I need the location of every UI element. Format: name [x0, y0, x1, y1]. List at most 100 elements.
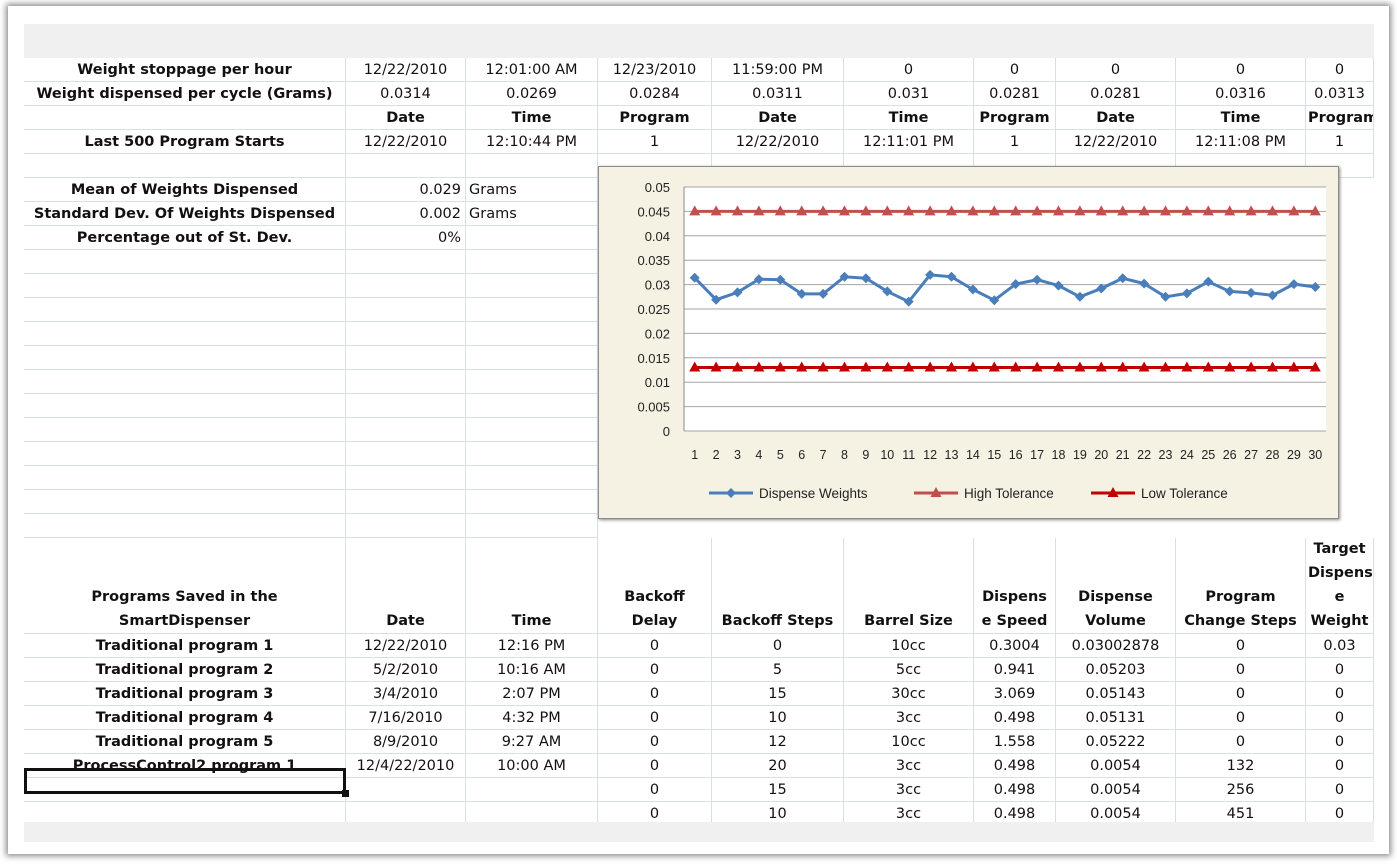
cell-r1-c5[interactable]: 0.031: [844, 82, 974, 106]
cell-r18-c1[interactable]: [346, 490, 466, 514]
cell-r0-c2[interactable]: [466, 778, 598, 802]
cell-r17-c2[interactable]: [466, 466, 598, 490]
cell-r2-c4[interactable]: Date: [712, 106, 844, 130]
cell-r0-c2[interactable]: 10:00 AM: [466, 754, 598, 778]
cell-r0-c7[interactable]: 0.0054: [1056, 754, 1176, 778]
cell-r0-c5[interactable]: 10cc: [844, 730, 974, 754]
cell-r13-c2[interactable]: [466, 370, 598, 394]
cell-r0-c4[interactable]: 0: [712, 634, 844, 658]
cell-r0-c6[interactable]: 0: [974, 58, 1056, 82]
cell-r3-c5[interactable]: 12:11:01 PM: [844, 130, 974, 154]
cell-r0-c1[interactable]: 12/22/2010: [346, 58, 466, 82]
program-header-c2[interactable]: Time: [466, 538, 598, 634]
cell-r3-c1[interactable]: 12/22/2010: [346, 130, 466, 154]
cell-r0-c9[interactable]: 0: [1306, 682, 1374, 706]
cell-r7-c2[interactable]: [466, 226, 598, 250]
cell-r0-c8[interactable]: 0: [1176, 658, 1306, 682]
cell-r0-c0[interactable]: Traditional program 3: [24, 682, 346, 706]
cell-r0-c3[interactable]: 0: [598, 634, 712, 658]
cell-r2-c1[interactable]: Date: [346, 106, 466, 130]
cell-r1-c1[interactable]: 0.0314: [346, 82, 466, 106]
cell-r0-c8[interactable]: 256: [1176, 778, 1306, 802]
cell-r0-c4[interactable]: 15: [712, 682, 844, 706]
cell-r0-c3[interactable]: 0: [598, 658, 712, 682]
cell-r0-c3[interactable]: 0: [598, 778, 712, 802]
cell-r10-c0[interactable]: [24, 298, 346, 322]
cell-r18-c0[interactable]: [24, 490, 346, 514]
cell-r14-c1[interactable]: [346, 394, 466, 418]
cell-r4-c2[interactable]: [466, 154, 598, 178]
cell-r8-c2[interactable]: [466, 250, 598, 274]
cell-r5-c2[interactable]: Grams: [466, 178, 598, 202]
cell-r1-c3[interactable]: 0.0284: [598, 82, 712, 106]
cell-r15-c2[interactable]: [466, 418, 598, 442]
program-header-c7[interactable]: Dispense Volume: [1056, 538, 1176, 634]
cell-r19-c2[interactable]: [466, 514, 598, 538]
cell-r8-c1[interactable]: [346, 250, 466, 274]
cell-r16-c0[interactable]: [24, 442, 346, 466]
cell-r0-c5[interactable]: 3cc: [844, 778, 974, 802]
cell-r0-c1[interactable]: 3/4/2010: [346, 682, 466, 706]
program-header-c6[interactable]: Dispens e Speed: [974, 538, 1056, 634]
cell-r0-c8[interactable]: 0: [1176, 682, 1306, 706]
cell-r8-c0[interactable]: [24, 250, 346, 274]
program-header-c0[interactable]: Programs Saved in the SmartDispenser: [24, 538, 346, 634]
cell-r0-c3[interactable]: 0: [598, 682, 712, 706]
cell-r0-c4[interactable]: 20: [712, 754, 844, 778]
cell-r16-c1[interactable]: [346, 442, 466, 466]
cell-r0-c7[interactable]: 0: [1056, 58, 1176, 82]
cell-r1-c7[interactable]: 0.0281: [1056, 82, 1176, 106]
cell-r1-c8[interactable]: 0.0316: [1176, 82, 1306, 106]
cell-r0-c8[interactable]: 0: [1176, 706, 1306, 730]
cell-r0-c7[interactable]: 0.05131: [1056, 706, 1176, 730]
cell-r9-c2[interactable]: [466, 274, 598, 298]
cell-r17-c1[interactable]: [346, 466, 466, 490]
cell-r0-c2[interactable]: 9:27 AM: [466, 730, 598, 754]
cell-r0-c9[interactable]: 0.03: [1306, 634, 1374, 658]
cell-r1-c2[interactable]: 0.0269: [466, 82, 598, 106]
cell-r13-c1[interactable]: [346, 370, 466, 394]
cell-r2-c5[interactable]: Time: [844, 106, 974, 130]
cell-r1-c9[interactable]: 0.0313: [1306, 82, 1374, 106]
cell-r0-c6[interactable]: 1.558: [974, 730, 1056, 754]
cell-r0-c5[interactable]: 5cc: [844, 658, 974, 682]
cell-r0-c0[interactable]: Traditional program 4: [24, 706, 346, 730]
cell-r0-c4[interactable]: 10: [712, 706, 844, 730]
cell-r0-c6[interactable]: 0.498: [974, 706, 1056, 730]
cell-r0-c3[interactable]: 0: [598, 706, 712, 730]
cell-r5-c0[interactable]: Mean of Weights Dispensed: [24, 178, 346, 202]
cell-r0-c7[interactable]: 0.0054: [1056, 778, 1176, 802]
cell-r14-c2[interactable]: [466, 394, 598, 418]
cell-r0-c9[interactable]: 0: [1306, 706, 1374, 730]
cell-r18-c2[interactable]: [466, 490, 598, 514]
cell-r6-c1[interactable]: 0.002: [346, 202, 466, 226]
cell-r0-c4[interactable]: 5: [712, 658, 844, 682]
cell-r0-c2[interactable]: 12:16 PM: [466, 634, 598, 658]
cell-r0-c1[interactable]: 8/9/2010: [346, 730, 466, 754]
cell-r11-c0[interactable]: [24, 322, 346, 346]
cell-r0-c1[interactable]: 12/4/22/2010: [346, 754, 466, 778]
cell-r6-c2[interactable]: Grams: [466, 202, 598, 226]
cell-r9-c1[interactable]: [346, 274, 466, 298]
cell-r0-c0[interactable]: Weight stoppage per hour: [24, 58, 346, 82]
cell-r0-c0[interactable]: Traditional program 1: [24, 634, 346, 658]
cell-r3-c6[interactable]: 1: [974, 130, 1056, 154]
program-header-c4[interactable]: Backoff Steps: [712, 538, 844, 634]
cell-r0-c9[interactable]: 0: [1306, 754, 1374, 778]
fill-handle[interactable]: [342, 790, 349, 797]
cell-r0-c4[interactable]: 11:59:00 PM: [712, 58, 844, 82]
cell-r12-c2[interactable]: [466, 346, 598, 370]
cell-r4-c1[interactable]: [346, 154, 466, 178]
cell-r0-c1[interactable]: [346, 778, 466, 802]
cell-r0-c1[interactable]: 7/16/2010: [346, 706, 466, 730]
weights-chart[interactable]: 0 0.005 0.01 0.015 0.02 0.025 0.03 0.035 0.04 0.0…: [598, 166, 1339, 519]
cell-r12-c1[interactable]: [346, 346, 466, 370]
cell-r0-c2[interactable]: 4:32 PM: [466, 706, 598, 730]
cell-r0-c1[interactable]: 5/2/2010: [346, 658, 466, 682]
cell-r0-c0[interactable]: Traditional program 5: [24, 730, 346, 754]
cell-r10-c1[interactable]: [346, 298, 466, 322]
cell-r2-c7[interactable]: Date: [1056, 106, 1176, 130]
cell-r0-c6[interactable]: 3.069: [974, 682, 1056, 706]
cell-r1-c6[interactable]: 0.0281: [974, 82, 1056, 106]
cell-r0-c0[interactable]: Traditional program 2: [24, 658, 346, 682]
